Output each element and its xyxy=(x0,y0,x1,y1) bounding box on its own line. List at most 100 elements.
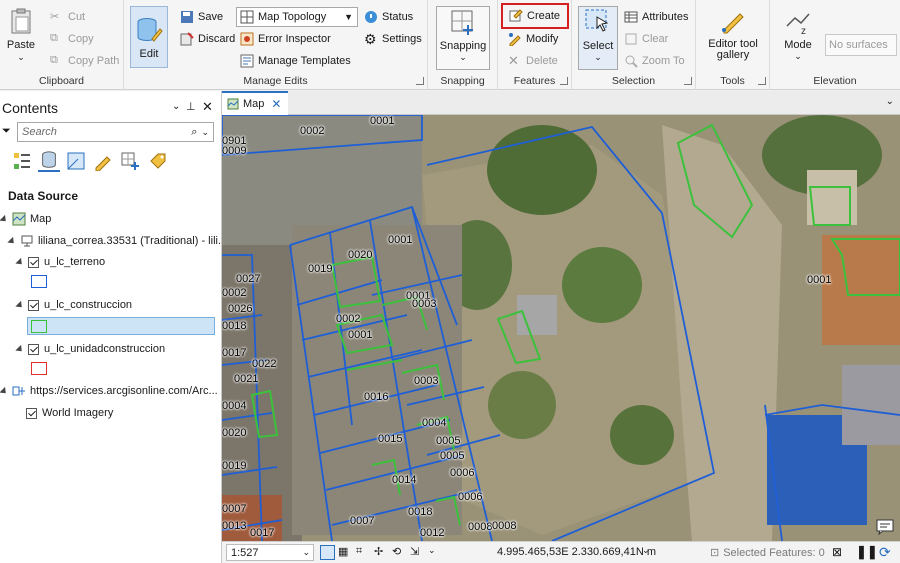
correction-icon[interactable]: ⇲ xyxy=(410,545,425,560)
list-by-labeling-icon[interactable] xyxy=(148,151,168,171)
dialog-launcher-icon[interactable] xyxy=(416,77,424,85)
surface-select[interactable]: No surfaces xyxy=(825,34,897,56)
close-icon[interactable]: ✕ xyxy=(202,99,213,115)
create-button[interactable]: Create xyxy=(501,3,569,29)
mode-button[interactable]: z Mode ⌄ xyxy=(776,6,820,62)
expand-icon[interactable] xyxy=(15,344,25,354)
copy-button[interactable]: ⧉ Copy xyxy=(50,29,94,49)
layer-visibility-checkbox[interactable] xyxy=(26,407,37,419)
selected-features-status[interactable]: ⊡ Selected Features: 0 xyxy=(710,546,825,560)
layer-row[interactable]: u_lc_construccion xyxy=(15,296,132,314)
search-input[interactable]: Search ⌕ ⌄ xyxy=(17,122,214,142)
snapping-status-icon[interactable]: ⌗ xyxy=(356,545,371,560)
map-canvas[interactable]: 0901 0002 0001 0009 0001 0020 0019 0001 0027 0002… xyxy=(222,115,900,541)
discard-button[interactable]: Discard xyxy=(180,29,235,49)
refresh-icon[interactable]: ⟳ xyxy=(879,544,891,561)
cut-button[interactable]: ✂ Cut xyxy=(50,7,85,27)
list-by-selection-icon[interactable] xyxy=(66,151,86,171)
settings-button[interactable]: ⚙ Settings xyxy=(364,29,422,49)
map-icon xyxy=(12,212,26,226)
tree-item-map[interactable]: Map xyxy=(0,210,51,228)
tab-map[interactable]: Map ✕ xyxy=(222,91,288,115)
dialog-launcher-icon[interactable] xyxy=(560,77,568,85)
layer-row[interactable]: u_lc_terreno xyxy=(15,253,105,271)
elevation-group-label: Elevation xyxy=(813,75,857,87)
delete-icon: ✕ xyxy=(508,53,519,68)
parcel-label: 0004 xyxy=(422,417,447,429)
topology-select[interactable]: Map Topology ▼ xyxy=(236,7,358,27)
tree-item-service[interactable]: https://services.arcgisonline.com/Arc... xyxy=(0,382,218,400)
topology-icon xyxy=(240,10,254,24)
parcel-label: 0001 xyxy=(348,329,373,341)
layer-row[interactable]: u_lc_unidadconstruccion xyxy=(15,340,165,358)
tree-item-connection[interactable]: liliana_correa.33531 (Traditional) - lil… xyxy=(7,232,227,250)
expand-icon[interactable] xyxy=(15,300,25,310)
layer-visibility-checkbox[interactable] xyxy=(28,256,39,268)
error-inspector-icon xyxy=(240,32,254,46)
layer-symbol-row-selected[interactable] xyxy=(27,317,215,335)
selection-status-icon: ⊡ xyxy=(710,547,720,559)
chevron-down-icon[interactable]: ⌄ xyxy=(428,545,436,560)
pause-drawing-icon[interactable]: ❚❚ xyxy=(856,544,878,560)
chevron-down-icon: ⌄ xyxy=(302,547,310,557)
expand-icon[interactable] xyxy=(0,214,9,224)
coordinate-readout: 4.995.465,53E 2.330.669,41N m xyxy=(497,546,657,558)
chevron-down-icon[interactable]: ⌄ xyxy=(642,545,650,556)
map-tab-strip: Map ✕ ⌄ xyxy=(222,91,900,115)
dialog-launcher-icon[interactable] xyxy=(684,77,692,85)
chevron-down-icon: ⌄ xyxy=(17,52,25,62)
list-by-snapping-icon[interactable] xyxy=(120,151,140,171)
database-connection-icon xyxy=(21,235,33,247)
modify-button[interactable]: Modify xyxy=(508,29,558,49)
parcel-label: 0017 xyxy=(222,347,247,359)
chevron-down-icon[interactable]: ⌄ xyxy=(886,96,894,107)
expand-icon[interactable] xyxy=(7,236,17,246)
map-comment-icon[interactable] xyxy=(876,519,894,535)
constraint-icon[interactable]: ✢ xyxy=(374,545,389,560)
map-view[interactable] xyxy=(222,115,900,541)
features-group: Create Modify ✕ Delete Features xyxy=(498,0,572,90)
save-button[interactable]: Save xyxy=(180,7,223,27)
parcel-label: 0020 xyxy=(348,249,373,261)
copy-path-button[interactable]: ⧉ Copy Path xyxy=(50,51,119,71)
dialog-launcher-icon[interactable] xyxy=(758,77,766,85)
parcel-label: 0020 xyxy=(222,427,247,439)
pane-menu-icon[interactable]: ⌄ xyxy=(172,101,180,112)
parcel-label: 0002 xyxy=(300,125,325,137)
rotation-icon[interactable]: ⟲ xyxy=(392,545,407,560)
layer-visibility-checkbox[interactable] xyxy=(28,299,39,311)
list-by-editing-icon[interactable] xyxy=(93,151,113,171)
layer-symbol[interactable] xyxy=(31,275,47,288)
manage-templates-button[interactable]: Manage Templates xyxy=(240,51,351,71)
list-by-drawing-order-icon[interactable] xyxy=(12,151,32,171)
delete-button[interactable]: ✕ Delete xyxy=(508,51,558,71)
scale-select[interactable]: 1:527 ⌄ xyxy=(226,544,314,561)
refresh-cache-icon[interactable]: ⊠ xyxy=(832,545,842,559)
error-inspector-button[interactable]: Error Inspector xyxy=(240,29,331,49)
layer-visibility-checkbox[interactable] xyxy=(28,343,39,355)
clear-button[interactable]: Clear xyxy=(624,29,668,49)
close-icon[interactable]: ✕ xyxy=(271,97,281,111)
editor-tool-gallery-button[interactable]: Editor tool gallery xyxy=(700,6,766,61)
expand-icon[interactable] xyxy=(0,386,9,396)
templates-icon xyxy=(240,54,254,68)
filter-icon[interactable]: ⏷ xyxy=(2,125,11,138)
parcel-label: 0018 xyxy=(222,320,247,332)
select-button[interactable]: Select ⌄ xyxy=(578,6,618,70)
status-button[interactable]: Status xyxy=(364,7,413,27)
parcel-label: 0007 xyxy=(350,515,375,527)
paste-button[interactable]: Paste ⌄ xyxy=(6,6,36,63)
pin-icon[interactable]: ⊥ xyxy=(186,100,196,113)
layer-row[interactable]: World Imagery xyxy=(26,404,113,422)
manage-edits-group-label: Manage Edits xyxy=(243,75,308,87)
list-by-data-source-icon[interactable] xyxy=(38,150,60,172)
expand-icon[interactable] xyxy=(15,257,25,267)
snapping-button[interactable]: Snapping ⌄ xyxy=(436,6,490,70)
layer-symbol[interactable] xyxy=(31,362,47,375)
grid-icon[interactable]: ▦ xyxy=(338,545,353,560)
parcel-label: 0001 xyxy=(370,115,395,127)
edit-button[interactable]: Edit xyxy=(130,6,168,68)
zoom-to-button[interactable]: Zoom To xyxy=(624,51,685,71)
attributes-button[interactable]: Attributes xyxy=(624,7,688,27)
map-tool-icon[interactable] xyxy=(320,545,335,560)
